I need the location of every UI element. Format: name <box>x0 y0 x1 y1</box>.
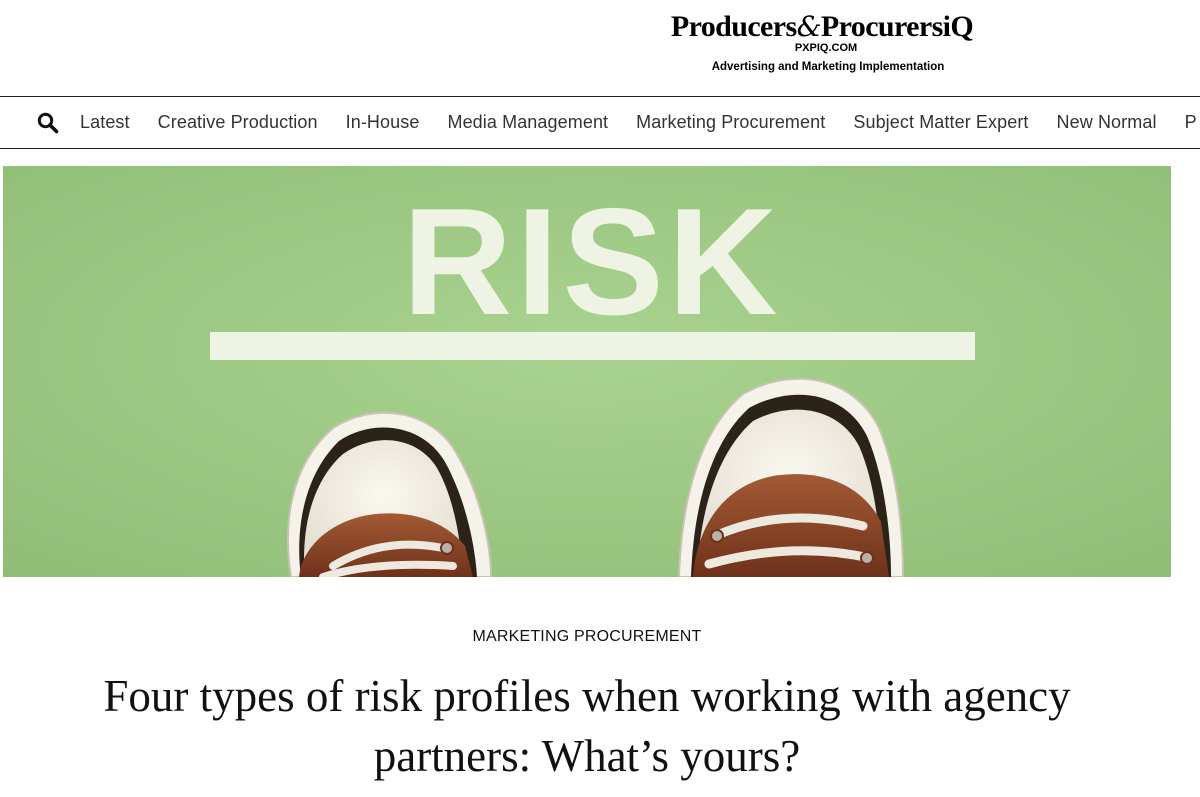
nav-items: Latest Creative Production In-House Medi… <box>80 97 1200 148</box>
article-title[interactable]: Four types of risk profiles when working… <box>20 666 1154 786</box>
hero-underline <box>210 332 975 360</box>
search-icon[interactable] <box>37 112 59 134</box>
site-logo[interactable]: Producers&ProcurersiQ PXPIQ.COM Advertis… <box>632 10 1012 75</box>
masthead: Producers&ProcurersiQ PXPIQ.COM Advertis… <box>0 0 1200 96</box>
logo-left: Producers <box>670 10 797 43</box>
logo-right: ProcurersiQ <box>820 10 974 43</box>
hero-image[interactable]: RISK <box>3 166 1171 577</box>
nav-item-latest[interactable]: Latest <box>80 112 130 133</box>
site-tagline: Advertising and Marketing Implementation <box>711 61 945 73</box>
nav-item-marketing-procurement[interactable]: Marketing Procurement <box>636 112 825 133</box>
nav-item-overflow[interactable]: P <box>1185 112 1197 133</box>
nav-item-in-house[interactable]: In-House <box>346 112 420 133</box>
main-navigation: Latest Creative Production In-House Medi… <box>0 96 1200 149</box>
logo-wordmark: Producers&ProcurersiQ <box>632 10 1012 44</box>
hero-word: RISK <box>402 177 781 347</box>
nav-item-new-normal[interactable]: New Normal <box>1057 112 1157 133</box>
nav-item-creative-production[interactable]: Creative Production <box>158 112 318 133</box>
nav-item-media-management[interactable]: Media Management <box>447 112 608 133</box>
hero-illustration: RISK <box>3 166 1171 577</box>
article-category[interactable]: MARKETING PROCUREMENT <box>0 628 1174 646</box>
logo-ampersand: & <box>796 10 822 43</box>
nav-item-subject-matter-expert[interactable]: Subject Matter Expert <box>853 112 1028 133</box>
